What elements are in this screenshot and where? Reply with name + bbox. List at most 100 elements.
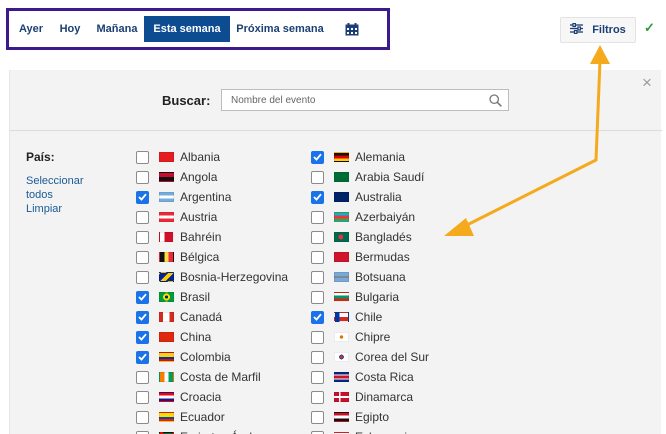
country-checkbox[interactable] <box>311 410 324 424</box>
divider <box>10 130 662 131</box>
country-checkbox[interactable] <box>311 310 324 324</box>
country-name[interactable]: Austria <box>180 210 217 224</box>
saudi-arabia-flag-icon <box>334 172 349 182</box>
country-row: Bangladés <box>311 227 429 247</box>
country-name[interactable]: Croacia <box>180 390 221 404</box>
country-name[interactable]: Ecuador <box>180 410 225 424</box>
country-checkbox[interactable] <box>311 290 324 304</box>
country-checkbox[interactable] <box>136 290 149 304</box>
country-checkbox[interactable] <box>136 230 149 244</box>
country-checkbox[interactable] <box>311 350 324 364</box>
country-name[interactable]: Bosnia-Herzegovina <box>180 270 288 284</box>
country-name[interactable]: Bermudas <box>355 250 410 264</box>
country-name[interactable]: China <box>180 330 211 344</box>
denmark-flag-icon <box>334 392 349 402</box>
country-row: Bahréin <box>136 227 288 247</box>
close-icon[interactable]: × <box>642 72 652 94</box>
country-name[interactable]: Canadá <box>180 310 222 324</box>
country-name[interactable]: Arabia Saudí <box>355 170 424 184</box>
croatia-flag-icon <box>159 392 174 402</box>
country-name[interactable]: Bélgica <box>180 250 219 264</box>
tab-manana[interactable]: Mañana <box>90 16 144 42</box>
filters-button[interactable]: Filtros <box>560 17 636 43</box>
country-checkbox[interactable] <box>311 430 324 434</box>
country-name[interactable]: Chile <box>355 310 382 324</box>
country-row: Azerbaiyán <box>311 207 429 227</box>
country-row: Albania <box>136 147 288 167</box>
country-row: Eslovaquia <box>311 427 429 434</box>
country-name[interactable]: Colombia <box>180 350 231 364</box>
calendar-icon[interactable] <box>330 16 374 42</box>
country-checkbox[interactable] <box>311 370 324 384</box>
country-name[interactable]: Botsuana <box>355 270 406 284</box>
country-name[interactable]: Argentina <box>180 190 231 204</box>
country-name[interactable]: Alemania <box>355 150 405 164</box>
country-name[interactable]: Albania <box>180 150 220 164</box>
country-checkbox[interactable] <box>136 330 149 344</box>
country-name[interactable]: Egipto <box>355 410 389 424</box>
country-checkbox[interactable] <box>311 230 324 244</box>
country-checkbox[interactable] <box>311 330 324 344</box>
country-name[interactable]: Chipre <box>355 330 390 344</box>
country-row: Bosnia-Herzegovina <box>136 267 288 287</box>
country-name[interactable]: Bahréin <box>180 230 221 244</box>
search-box <box>221 89 509 111</box>
country-name[interactable]: Dinamarca <box>355 390 413 404</box>
costa-rica-flag-icon <box>334 372 349 382</box>
country-checkbox[interactable] <box>311 210 324 224</box>
search-icon[interactable] <box>489 94 502 112</box>
tab-esta-semana[interactable]: Esta semana <box>144 16 230 42</box>
country-name[interactable]: Australia <box>355 190 402 204</box>
country-name[interactable]: Costa Rica <box>355 370 414 384</box>
country-row: Corea del Sur <box>311 347 429 367</box>
azerbaijan-flag-icon <box>334 212 349 222</box>
cyprus-flag-icon <box>334 332 349 342</box>
country-row: Alemania <box>311 147 429 167</box>
select-all-link[interactable]: Seleccionar todos <box>26 174 96 202</box>
country-checkbox[interactable] <box>136 270 149 284</box>
country-name[interactable]: Bulgaria <box>355 290 399 304</box>
country-name[interactable]: Brasil <box>180 290 210 304</box>
canada-flag-icon <box>159 312 174 322</box>
country-checkbox[interactable] <box>136 370 149 384</box>
country-checkbox[interactable] <box>136 170 149 184</box>
country-name[interactable]: Costa de Marfil <box>180 370 261 384</box>
chile-flag-icon <box>334 312 349 322</box>
country-checkbox[interactable] <box>136 390 149 404</box>
country-name[interactable]: Bangladés <box>355 230 412 244</box>
country-name[interactable]: Emiratos Árabes <box>180 430 269 434</box>
country-name[interactable]: Corea del Sur <box>355 350 429 364</box>
tab-ayer[interactable]: Ayer <box>12 16 50 42</box>
country-checkbox[interactable] <box>136 150 149 164</box>
clear-link[interactable]: Limpiar <box>26 202 96 216</box>
country-checkbox[interactable] <box>311 170 324 184</box>
country-checkbox[interactable] <box>136 210 149 224</box>
country-name[interactable]: Eslovaquia <box>355 430 414 434</box>
country-name[interactable]: Angola <box>180 170 217 184</box>
country-checkbox[interactable] <box>311 190 324 204</box>
country-checkbox[interactable] <box>136 310 149 324</box>
country-checkbox[interactable] <box>311 250 324 264</box>
germany-flag-icon <box>334 152 349 162</box>
country-checkbox[interactable] <box>311 390 324 404</box>
country-checkbox[interactable] <box>136 250 149 264</box>
country-checkbox[interactable] <box>311 270 324 284</box>
tab-proxima-semana[interactable]: Próxima semana <box>230 16 330 42</box>
country-checkbox[interactable] <box>136 190 149 204</box>
country-name[interactable]: Azerbaiyán <box>355 210 415 224</box>
country-checkbox[interactable] <box>136 430 149 434</box>
country-label: País: <box>26 150 55 164</box>
country-row: Bermudas <box>311 247 429 267</box>
country-row: Bélgica <box>136 247 288 267</box>
country-checkbox[interactable] <box>311 150 324 164</box>
country-row: Austria <box>136 207 288 227</box>
date-filter-tabs: Ayer Hoy Mañana Esta semana Próxima sema… <box>6 8 390 50</box>
country-row: Chipre <box>311 327 429 347</box>
china-flag-icon <box>159 332 174 342</box>
country-row: Angola <box>136 167 288 187</box>
country-checkbox[interactable] <box>136 350 149 364</box>
country-row: Croacia <box>136 387 288 407</box>
country-checkbox[interactable] <box>136 410 149 424</box>
search-input[interactable] <box>231 94 471 106</box>
tab-hoy[interactable]: Hoy <box>50 16 90 42</box>
